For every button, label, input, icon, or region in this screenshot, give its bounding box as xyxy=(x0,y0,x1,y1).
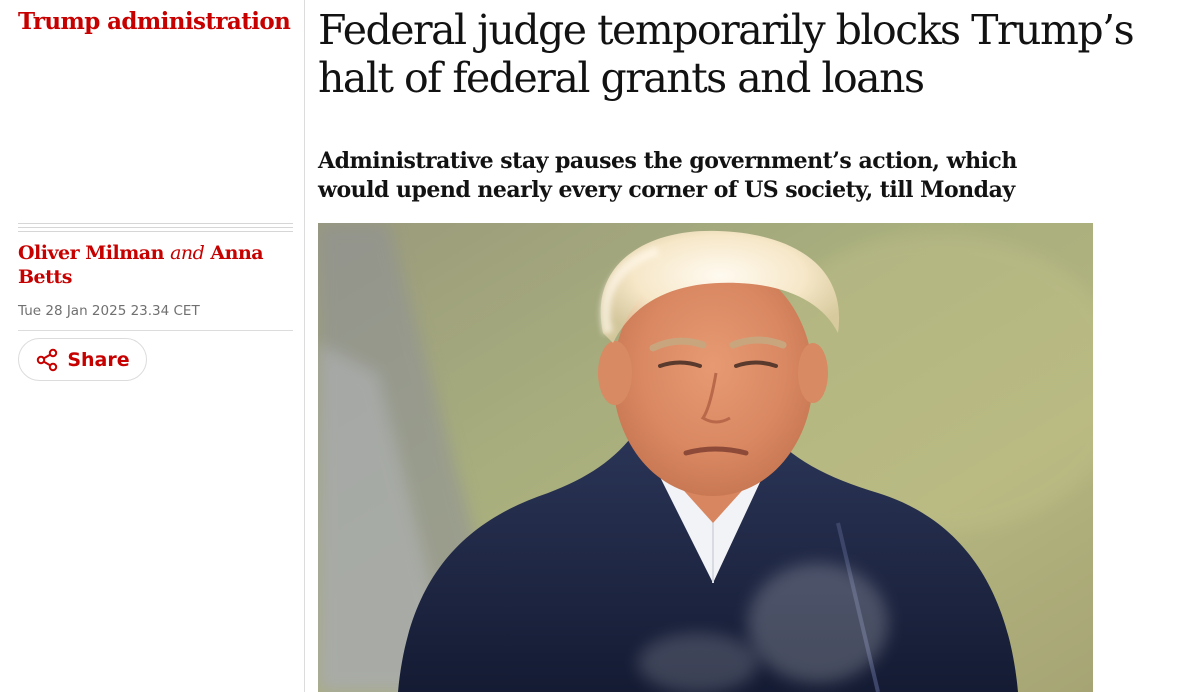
publish-date: Tue 28 Jan 2025 23.34 CET xyxy=(18,303,200,319)
share-icon xyxy=(35,348,59,372)
author-link-1[interactable]: Oliver Milman xyxy=(18,242,164,264)
byline: Oliver Milman and Anna Betts xyxy=(18,241,288,289)
article-headline: Federal judge temporarily blocks Trump’s… xyxy=(318,6,1135,102)
article-meta-column: Trump administration Oliver Milman and A… xyxy=(0,0,304,692)
article-standfirst: Administrative stay pauses the governmen… xyxy=(318,148,1017,203)
section-link[interactable]: Trump administration xyxy=(18,8,291,35)
meta-divider-lines xyxy=(18,223,293,235)
meta-separator xyxy=(18,330,293,331)
article-page: Trump administration Oliver Milman and A… xyxy=(0,0,1204,692)
column-divider xyxy=(304,0,305,692)
share-button[interactable]: Share xyxy=(18,338,147,381)
share-label: Share xyxy=(67,348,130,371)
byline-conjunction: and xyxy=(170,242,205,264)
hero-image[interactable] xyxy=(318,223,1093,692)
